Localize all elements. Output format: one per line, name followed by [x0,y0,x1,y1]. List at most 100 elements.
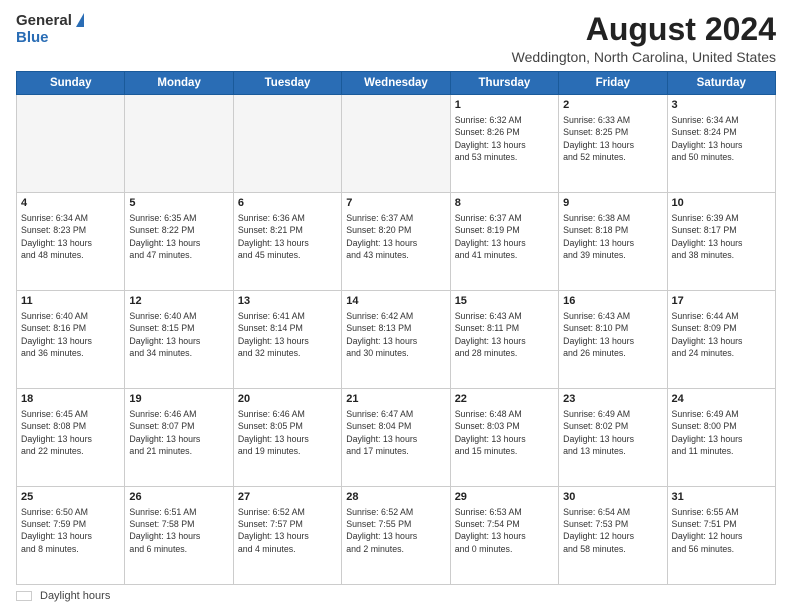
day-info: Sunrise: 6:52 AM Sunset: 7:55 PM Dayligh… [346,506,445,555]
day-info: Sunrise: 6:55 AM Sunset: 7:51 PM Dayligh… [672,506,771,555]
col-header-tuesday: Tuesday [233,72,341,95]
day-info: Sunrise: 6:35 AM Sunset: 8:22 PM Dayligh… [129,212,228,261]
day-number: 30 [563,490,662,505]
col-header-sunday: Sunday [17,72,125,95]
calendar-cell: 11Sunrise: 6:40 AM Sunset: 8:16 PM Dayli… [17,291,125,389]
day-number: 26 [129,490,228,505]
day-number: 18 [21,392,120,407]
day-number: 24 [672,392,771,407]
day-number: 16 [563,294,662,309]
day-info: Sunrise: 6:53 AM Sunset: 7:54 PM Dayligh… [455,506,554,555]
calendar-cell [125,95,233,193]
calendar-cell: 20Sunrise: 6:46 AM Sunset: 8:05 PM Dayli… [233,389,341,487]
col-header-monday: Monday [125,72,233,95]
calendar-cell: 1Sunrise: 6:32 AM Sunset: 8:26 PM Daylig… [450,95,558,193]
day-number: 11 [21,294,120,309]
day-number: 21 [346,392,445,407]
logo: General [16,12,84,29]
day-number: 4 [21,196,120,211]
day-number: 31 [672,490,771,505]
day-number: 28 [346,490,445,505]
day-number: 23 [563,392,662,407]
calendar-cell: 28Sunrise: 6:52 AM Sunset: 7:55 PM Dayli… [342,487,450,585]
calendar-cell [342,95,450,193]
calendar-cell: 23Sunrise: 6:49 AM Sunset: 8:02 PM Dayli… [559,389,667,487]
day-number: 3 [672,98,771,113]
day-info: Sunrise: 6:41 AM Sunset: 8:14 PM Dayligh… [238,310,337,359]
day-number: 14 [346,294,445,309]
calendar-cell: 30Sunrise: 6:54 AM Sunset: 7:53 PM Dayli… [559,487,667,585]
day-info: Sunrise: 6:40 AM Sunset: 8:16 PM Dayligh… [21,310,120,359]
day-info: Sunrise: 6:37 AM Sunset: 8:19 PM Dayligh… [455,212,554,261]
day-info: Sunrise: 6:54 AM Sunset: 7:53 PM Dayligh… [563,506,662,555]
col-header-thursday: Thursday [450,72,558,95]
calendar-cell: 5Sunrise: 6:35 AM Sunset: 8:22 PM Daylig… [125,193,233,291]
week-row-1: 1Sunrise: 6:32 AM Sunset: 8:26 PM Daylig… [17,95,776,193]
week-row-3: 11Sunrise: 6:40 AM Sunset: 8:16 PM Dayli… [17,291,776,389]
day-number: 15 [455,294,554,309]
day-number: 22 [455,392,554,407]
page-subtitle: Weddington, North Carolina, United State… [126,49,776,65]
legend: Daylight hours [16,590,776,602]
calendar-page: General Blue August 2024 Weddington, Nor… [0,0,792,612]
day-number: 27 [238,490,337,505]
calendar-cell: 19Sunrise: 6:46 AM Sunset: 8:07 PM Dayli… [125,389,233,487]
day-number: 9 [563,196,662,211]
day-info: Sunrise: 6:37 AM Sunset: 8:20 PM Dayligh… [346,212,445,261]
day-info: Sunrise: 6:44 AM Sunset: 8:09 PM Dayligh… [672,310,771,359]
calendar-cell: 24Sunrise: 6:49 AM Sunset: 8:00 PM Dayli… [667,389,775,487]
day-info: Sunrise: 6:47 AM Sunset: 8:04 PM Dayligh… [346,408,445,457]
day-info: Sunrise: 6:34 AM Sunset: 8:23 PM Dayligh… [21,212,120,261]
calendar-cell: 6Sunrise: 6:36 AM Sunset: 8:21 PM Daylig… [233,193,341,291]
calendar-cell: 8Sunrise: 6:37 AM Sunset: 8:19 PM Daylig… [450,193,558,291]
day-info: Sunrise: 6:46 AM Sunset: 8:05 PM Dayligh… [238,408,337,457]
logo-area: General Blue [16,12,126,46]
calendar-cell: 14Sunrise: 6:42 AM Sunset: 8:13 PM Dayli… [342,291,450,389]
day-number: 17 [672,294,771,309]
day-info: Sunrise: 6:49 AM Sunset: 8:02 PM Dayligh… [563,408,662,457]
calendar-cell: 21Sunrise: 6:47 AM Sunset: 8:04 PM Dayli… [342,389,450,487]
logo-triangle-icon [76,13,84,27]
week-row-2: 4Sunrise: 6:34 AM Sunset: 8:23 PM Daylig… [17,193,776,291]
day-number: 12 [129,294,228,309]
calendar-cell: 3Sunrise: 6:34 AM Sunset: 8:24 PM Daylig… [667,95,775,193]
day-info: Sunrise: 6:33 AM Sunset: 8:25 PM Dayligh… [563,114,662,163]
day-info: Sunrise: 6:52 AM Sunset: 7:57 PM Dayligh… [238,506,337,555]
day-number: 8 [455,196,554,211]
legend-box [16,591,32,601]
calendar-cell: 7Sunrise: 6:37 AM Sunset: 8:20 PM Daylig… [342,193,450,291]
calendar-cell: 29Sunrise: 6:53 AM Sunset: 7:54 PM Dayli… [450,487,558,585]
day-info: Sunrise: 6:36 AM Sunset: 8:21 PM Dayligh… [238,212,337,261]
day-number: 25 [21,490,120,505]
calendar-cell: 13Sunrise: 6:41 AM Sunset: 8:14 PM Dayli… [233,291,341,389]
day-number: 7 [346,196,445,211]
calendar-cell [17,95,125,193]
day-info: Sunrise: 6:49 AM Sunset: 8:00 PM Dayligh… [672,408,771,457]
day-number: 2 [563,98,662,113]
day-number: 10 [672,196,771,211]
header: General Blue August 2024 Weddington, Nor… [16,12,776,65]
calendar-cell: 26Sunrise: 6:51 AM Sunset: 7:58 PM Dayli… [125,487,233,585]
calendar-cell: 15Sunrise: 6:43 AM Sunset: 8:11 PM Dayli… [450,291,558,389]
calendar-cell [233,95,341,193]
day-number: 5 [129,196,228,211]
day-info: Sunrise: 6:42 AM Sunset: 8:13 PM Dayligh… [346,310,445,359]
calendar-cell: 17Sunrise: 6:44 AM Sunset: 8:09 PM Dayli… [667,291,775,389]
col-header-saturday: Saturday [667,72,775,95]
day-number: 29 [455,490,554,505]
calendar-cell: 2Sunrise: 6:33 AM Sunset: 8:25 PM Daylig… [559,95,667,193]
page-title: August 2024 [126,12,776,47]
calendar-table: SundayMondayTuesdayWednesdayThursdayFrid… [16,71,776,585]
calendar-cell: 27Sunrise: 6:52 AM Sunset: 7:57 PM Dayli… [233,487,341,585]
day-info: Sunrise: 6:46 AM Sunset: 8:07 PM Dayligh… [129,408,228,457]
calendar-cell: 18Sunrise: 6:45 AM Sunset: 8:08 PM Dayli… [17,389,125,487]
calendar-cell: 4Sunrise: 6:34 AM Sunset: 8:23 PM Daylig… [17,193,125,291]
calendar-cell: 31Sunrise: 6:55 AM Sunset: 7:51 PM Dayli… [667,487,775,585]
calendar-cell: 9Sunrise: 6:38 AM Sunset: 8:18 PM Daylig… [559,193,667,291]
day-number: 13 [238,294,337,309]
day-info: Sunrise: 6:34 AM Sunset: 8:24 PM Dayligh… [672,114,771,163]
day-info: Sunrise: 6:45 AM Sunset: 8:08 PM Dayligh… [21,408,120,457]
week-row-5: 25Sunrise: 6:50 AM Sunset: 7:59 PM Dayli… [17,487,776,585]
day-info: Sunrise: 6:43 AM Sunset: 8:10 PM Dayligh… [563,310,662,359]
day-info: Sunrise: 6:50 AM Sunset: 7:59 PM Dayligh… [21,506,120,555]
